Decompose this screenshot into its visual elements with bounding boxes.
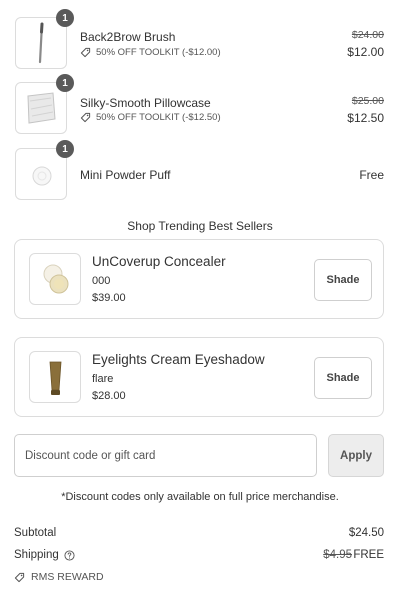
product-name: Mini Powder Puff	[80, 168, 171, 182]
discount-note: *Discount codes only available on full p…	[61, 491, 339, 503]
subtotal-label: Subtotal	[14, 527, 56, 539]
pillowcase-icon	[27, 92, 56, 124]
product-price: $28.00	[92, 390, 126, 402]
recommendation-card: UnCoverup Concealer 000 $39.00 Shade	[14, 239, 384, 319]
subtotal-value: $24.50	[348, 527, 384, 539]
powder-puff-icon	[32, 166, 52, 186]
recommended-product-name[interactable]: Eyelights Cream Eyeshadow	[92, 352, 265, 367]
reward-tag: RMS REWARD	[14, 571, 104, 583]
shade-button[interactable]: Shade	[314, 357, 372, 399]
brow-brush-icon	[38, 22, 44, 64]
shipping-value: FREE	[353, 549, 384, 561]
sale-price: $12.00	[347, 45, 384, 59]
recommended-product-name[interactable]: UnCoverup Concealer	[92, 254, 226, 269]
item-price: Free	[359, 168, 384, 182]
shipping-label-text: Shipping	[14, 549, 59, 561]
quantity-badge: 1	[56, 74, 74, 92]
question-circle-icon[interactable]	[64, 549, 75, 561]
tag-icon	[80, 112, 91, 123]
quantity-badge: 1	[56, 9, 74, 27]
shipping-label: Shipping	[14, 549, 75, 561]
eyeshadow-tube-icon	[49, 361, 62, 395]
original-price: $24.00	[351, 29, 384, 41]
discount-code-input[interactable]	[14, 434, 317, 477]
product-name: Silky-Smooth Pillowcase	[80, 96, 211, 110]
discount-tag: 50% OFF TOOLKIT (-$12.00)	[80, 47, 221, 58]
shipping-original-price: $4.95	[323, 549, 352, 561]
product-thumbnail: 1	[15, 74, 74, 134]
tag-icon	[14, 572, 25, 582]
product-thumbnail: 1	[15, 9, 74, 69]
product-thumbnail: 1	[15, 140, 74, 200]
concealer-icon	[43, 264, 69, 294]
cart-line-item: 1 Mini Powder Puff Free	[0, 140, 400, 204]
sale-price: $12.50	[347, 111, 384, 125]
cart-line-item: 1 Back2Brow Brush 50% OFF TOOLKIT (-$12.…	[0, 9, 400, 73]
quantity-badge: 1	[56, 140, 74, 158]
discount-tag: 50% OFF TOOLKIT (-$12.50)	[80, 112, 221, 123]
apply-button[interactable]: Apply	[328, 434, 384, 477]
reward-label: RMS REWARD	[31, 571, 104, 583]
product-variant: 000	[92, 275, 111, 287]
recommendation-card: Eyelights Cream Eyeshadow flare $28.00 S…	[14, 337, 384, 417]
shade-button[interactable]: Shade	[314, 259, 372, 301]
product-price: $39.00	[92, 292, 126, 304]
tag-icon	[80, 47, 91, 58]
product-thumbnail[interactable]	[29, 253, 81, 305]
original-price: $25.00	[351, 95, 384, 107]
cart-line-item: 1 Silky-Smooth Pillowcase 50% OFF TOOLKI…	[0, 74, 400, 138]
product-name: Back2Brow Brush	[80, 30, 176, 44]
product-thumbnail[interactable]	[29, 351, 81, 403]
subtotal-label-text: Subtotal	[14, 527, 57, 539]
discount-label: 50% OFF TOOLKIT (-$12.00)	[96, 47, 221, 58]
trending-section-title: Shop Trending Best Sellers	[127, 219, 273, 233]
product-variant: flare	[92, 373, 114, 385]
discount-label: 50% OFF TOOLKIT (-$12.50)	[96, 112, 221, 123]
